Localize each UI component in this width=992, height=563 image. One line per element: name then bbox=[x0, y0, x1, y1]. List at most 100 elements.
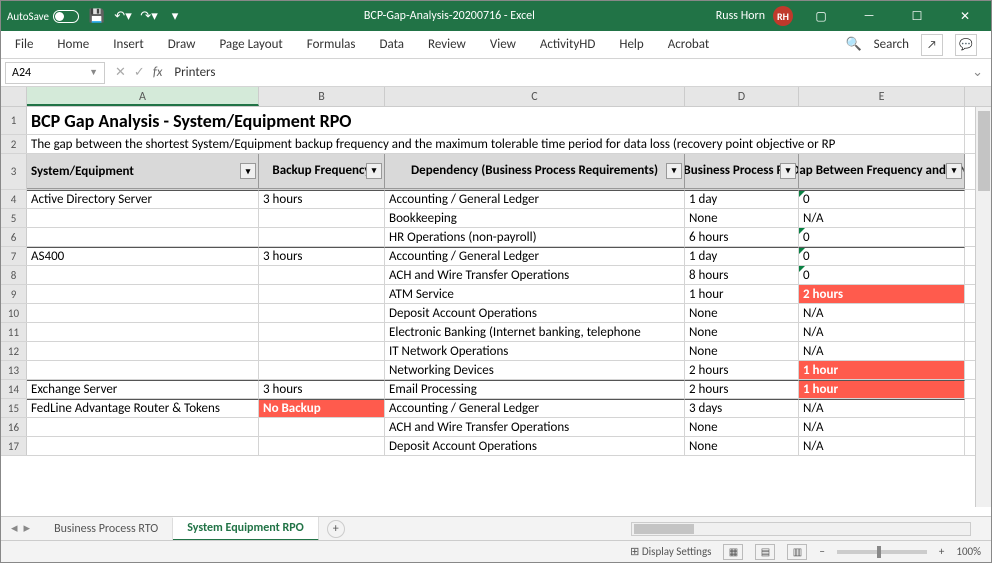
header-dependency[interactable]: Dependency (Business Process Requirement… bbox=[385, 154, 685, 189]
tab-help[interactable]: Help bbox=[619, 37, 643, 52]
tab-data[interactable]: Data bbox=[380, 37, 405, 52]
row-header[interactable]: 6 bbox=[1, 228, 27, 246]
cell[interactable]: AS400 bbox=[27, 247, 259, 265]
cell[interactable]: 8 hours bbox=[685, 266, 799, 284]
tab-formulas[interactable]: Formulas bbox=[307, 37, 356, 52]
cell[interactable]: ATM Service bbox=[385, 285, 685, 303]
cell[interactable]: 1 hour bbox=[685, 285, 799, 303]
normal-view-icon[interactable]: ▦ bbox=[723, 544, 743, 560]
cell[interactable]: None bbox=[685, 342, 799, 360]
tab-activityhd[interactable]: ActivityHD bbox=[540, 37, 595, 52]
cell[interactable] bbox=[27, 437, 259, 455]
close-icon[interactable]: ✕ bbox=[945, 2, 985, 30]
row-header[interactable]: 5 bbox=[1, 209, 27, 227]
header-backup[interactable]: Backup Frequency bbox=[259, 154, 385, 189]
scrollbar-thumb[interactable] bbox=[978, 111, 990, 191]
cell[interactable]: Accounting / General Ledger bbox=[385, 247, 685, 265]
cell[interactable] bbox=[259, 323, 385, 341]
row-header[interactable]: 13 bbox=[1, 361, 27, 379]
cell[interactable]: None bbox=[685, 437, 799, 455]
col-header-a[interactable]: A bbox=[27, 87, 259, 106]
redo-icon[interactable]: ↷▾ bbox=[141, 8, 157, 24]
tab-acrobat[interactable]: Acrobat bbox=[668, 37, 710, 52]
cell[interactable] bbox=[259, 228, 385, 246]
zoom-out-button[interactable]: − bbox=[819, 545, 824, 558]
horizontal-scrollbar[interactable] bbox=[631, 522, 971, 536]
zoom-slider[interactable] bbox=[837, 550, 927, 554]
cell[interactable] bbox=[259, 342, 385, 360]
cell[interactable]: N/A bbox=[799, 304, 965, 322]
cell[interactable] bbox=[259, 285, 385, 303]
cell-alert[interactable]: 1 hour bbox=[799, 361, 965, 379]
tab-review[interactable]: Review bbox=[428, 37, 466, 52]
comments-icon[interactable]: 💬 bbox=[955, 34, 977, 56]
select-all-corner[interactable] bbox=[1, 87, 27, 106]
minimize-icon[interactable]: — bbox=[849, 2, 889, 30]
row-header[interactable]: 8 bbox=[1, 266, 27, 284]
col-header-b[interactable]: B bbox=[259, 87, 385, 106]
row-header[interactable]: 12 bbox=[1, 342, 27, 360]
col-header-c[interactable]: C bbox=[385, 87, 685, 106]
cancel-formula-icon[interactable]: ✕ bbox=[115, 65, 126, 80]
cell[interactable]: N/A bbox=[799, 342, 965, 360]
cell[interactable]: N/A bbox=[799, 323, 965, 341]
row-header[interactable]: 17 bbox=[1, 437, 27, 455]
cell[interactable]: N/A bbox=[799, 209, 965, 227]
page-break-view-icon[interactable]: ▥ bbox=[787, 544, 807, 560]
row-header[interactable]: 1 bbox=[1, 107, 27, 134]
cell[interactable] bbox=[259, 361, 385, 379]
cell[interactable]: HR Operations (non-payroll) bbox=[385, 228, 685, 246]
cell[interactable]: 2 hours bbox=[685, 361, 799, 379]
header-gap[interactable]: Gap Between Frequency and RPO bbox=[799, 154, 965, 189]
tab-insert[interactable]: Insert bbox=[113, 37, 144, 52]
cell[interactable] bbox=[27, 418, 259, 436]
fx-icon[interactable]: fx bbox=[153, 65, 163, 80]
tab-nav-buttons[interactable]: ◂▸ bbox=[1, 521, 40, 536]
scrollbar-thumb[interactable] bbox=[634, 524, 694, 534]
row-header[interactable]: 7 bbox=[1, 247, 27, 265]
user-name[interactable]: Russ Horn bbox=[716, 9, 765, 23]
cell[interactable]: None bbox=[685, 418, 799, 436]
vertical-scrollbar[interactable] bbox=[975, 107, 991, 507]
zoom-in-button[interactable]: + bbox=[939, 545, 944, 558]
cell[interactable]: 3 hours bbox=[259, 247, 385, 265]
cell-alert[interactable]: 2 hours bbox=[799, 285, 965, 303]
cell[interactable]: FedLine Advantage Router & Tokens bbox=[27, 399, 259, 417]
maximize-icon[interactable]: ☐ bbox=[897, 2, 937, 30]
row-header[interactable]: 9 bbox=[1, 285, 27, 303]
expand-formula-icon[interactable]: ⌄ bbox=[964, 65, 991, 80]
sheet-tab-rto[interactable]: Business Process RTO bbox=[40, 518, 173, 540]
tab-home[interactable]: Home bbox=[57, 37, 89, 52]
next-sheet-icon[interactable]: ▸ bbox=[24, 521, 31, 536]
autosave-toggle[interactable]: AutoSave bbox=[7, 10, 79, 23]
cell[interactable]: Networking Devices bbox=[385, 361, 685, 379]
cell[interactable] bbox=[259, 437, 385, 455]
cell[interactable]: Accounting / General Ledger bbox=[385, 399, 685, 417]
name-box[interactable]: A24▼ bbox=[5, 62, 105, 84]
row-header[interactable]: 11 bbox=[1, 323, 27, 341]
row-header[interactable]: 2 bbox=[1, 135, 27, 153]
display-settings-button[interactable]: ⊞ Display Settings bbox=[630, 545, 711, 558]
search-label[interactable]: Search bbox=[874, 37, 909, 52]
cell[interactable] bbox=[27, 266, 259, 284]
cell[interactable]: None bbox=[685, 323, 799, 341]
cell[interactable]: 3 hours bbox=[259, 380, 385, 398]
cell-alert[interactable]: No Backup bbox=[259, 399, 385, 417]
tab-page-layout[interactable]: Page Layout bbox=[219, 37, 282, 52]
cell[interactable]: BCP Gap Analysis - System/Equipment RPO bbox=[27, 107, 965, 134]
cell[interactable] bbox=[259, 418, 385, 436]
row-header[interactable]: 16 bbox=[1, 418, 27, 436]
row-header[interactable]: 14 bbox=[1, 380, 27, 398]
cell[interactable]: N/A bbox=[799, 399, 965, 417]
accept-formula-icon[interactable]: ✓ bbox=[134, 65, 145, 80]
cell[interactable]: 0 bbox=[799, 190, 965, 208]
cell[interactable]: 0 bbox=[799, 247, 965, 265]
tab-file[interactable]: File bbox=[15, 37, 33, 52]
cell[interactable]: ACH and Wire Transfer Operations bbox=[385, 418, 685, 436]
cell[interactable] bbox=[27, 209, 259, 227]
cell[interactable] bbox=[27, 285, 259, 303]
tab-draw[interactable]: Draw bbox=[168, 37, 196, 52]
zoom-level[interactable]: 100% bbox=[956, 545, 981, 558]
cell[interactable]: Electronic Banking (Internet banking, te… bbox=[385, 323, 685, 341]
tab-view[interactable]: View bbox=[490, 37, 516, 52]
